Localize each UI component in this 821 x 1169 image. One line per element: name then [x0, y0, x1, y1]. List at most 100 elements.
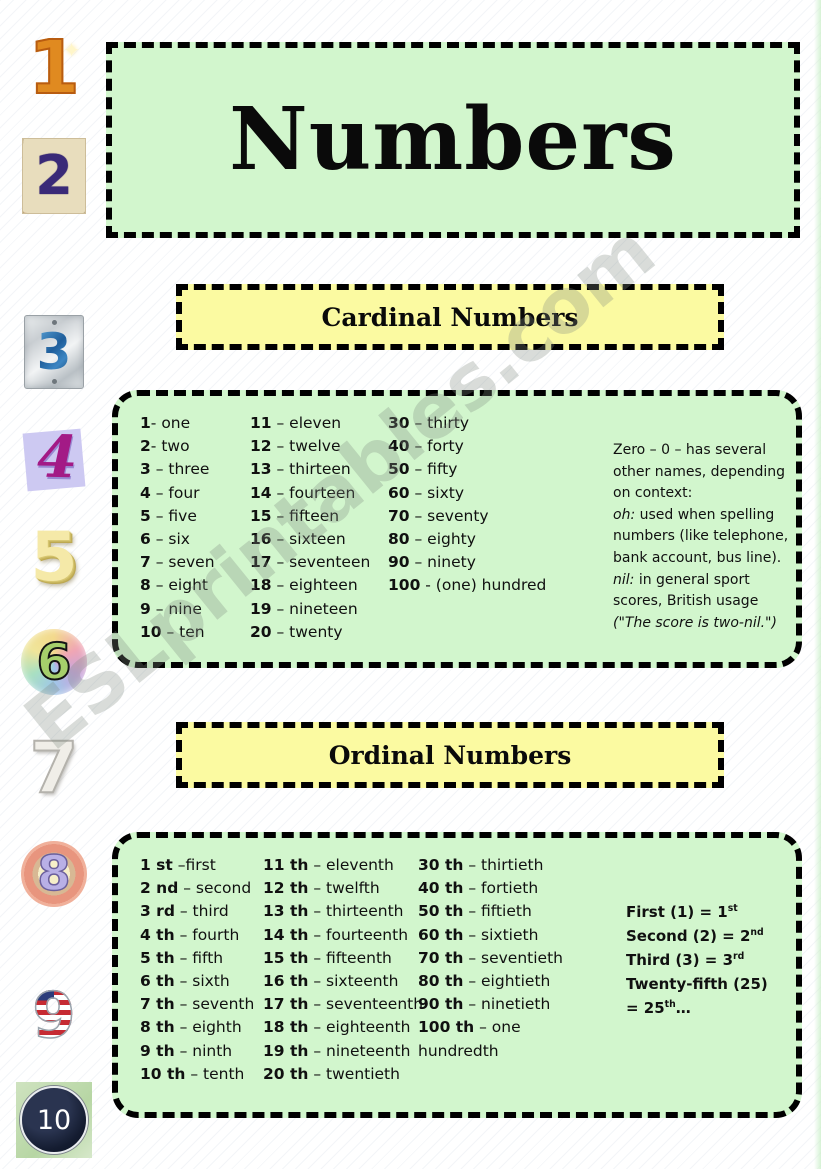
ordinal-numeral: 15 th: [263, 948, 309, 967]
ordinal-column-3: 30 th – thirtieth 40 th – fortieth 50 th –…: [418, 854, 563, 1063]
ordinal-numeral: 2 nd: [140, 879, 179, 898]
cardinal-word: – nineteen: [271, 599, 358, 618]
ordinal-row: 90 th – ninetieth: [418, 993, 563, 1016]
ordinal-numeral: 4 th: [140, 925, 175, 944]
numeral-5-glyph: 5: [30, 518, 78, 597]
title-panel: Numbers: [106, 42, 800, 238]
cardinal-row: 18 – eighteen: [250, 574, 370, 597]
cardinal-row: 2- two: [140, 435, 215, 458]
cardinal-row: 19 – nineteen: [250, 598, 370, 621]
ordinal-row: hundredth: [418, 1040, 563, 1063]
ordinal-word: – sixtieth: [463, 925, 539, 944]
number-image-7: 7: [14, 728, 94, 808]
cardinal-numeral: 5: [140, 506, 151, 525]
cardinal-row: 8 – eight: [140, 574, 215, 597]
cardinal-row: 20 – twenty: [250, 621, 370, 644]
note-text: on context:: [613, 485, 693, 502]
ordinal-word: – fifth: [174, 948, 224, 967]
cardinal-row: 3 – three: [140, 458, 215, 481]
number-image-4: 4: [14, 420, 94, 500]
ordinal-word: – tenth: [185, 1064, 245, 1083]
cardinal-word: – forty: [409, 437, 464, 456]
cardinal-word: – twenty: [271, 622, 343, 641]
note-line: scores, British usage: [613, 591, 788, 613]
note-line: ("The score is two-nil."): [613, 613, 788, 635]
cardinal-word: – thirty: [409, 414, 470, 432]
cardinal-word: – six: [150, 530, 190, 549]
ordinal-numeral: 30 th: [418, 856, 464, 874]
cardinal-numeral: 16: [250, 530, 272, 549]
ordinal-row: 19 th – nineteenth: [263, 1040, 423, 1063]
ordinal-row: 1 st –first: [140, 854, 254, 877]
ordinal-word: – eleventh: [308, 856, 394, 874]
ordinal-row: 4 th – fourth: [140, 924, 254, 947]
ordinal-word: – fortieth: [463, 879, 539, 898]
cardinal-word: – sixty: [409, 483, 465, 502]
cardinal-column-2: 11 – eleven 12 – twelve 13 – thirteen 14 – …: [250, 412, 370, 644]
numeral-2-glyph: 2: [35, 144, 73, 207]
ordinal-numeral: 3 rd: [140, 902, 175, 921]
cardinal-row: 100 - (one) hundred: [388, 574, 546, 597]
note-text: in general sport: [634, 571, 750, 588]
ordinal-row: 3 rd – third: [140, 900, 254, 923]
cardinal-row: 7 – seven: [140, 551, 215, 574]
ordinal-word: – sixth: [174, 972, 230, 991]
note-line: Zero – 0 – has several: [613, 440, 788, 462]
ordinal-word: – seventeenth: [308, 995, 424, 1014]
number-image-6: 6: [14, 622, 94, 702]
cardinal-row: 13 – thirteen: [250, 458, 370, 481]
ordinal-word: – twelfth: [308, 879, 380, 898]
ordinal-word: – thirtieth: [463, 856, 544, 874]
navy-circle: 10: [20, 1086, 88, 1154]
cardinal-word: – ten: [161, 622, 205, 641]
ordinal-numeral: 8 th: [140, 1018, 175, 1037]
example-text: Second (2) = 2: [626, 927, 751, 945]
ordinal-word: hundredth: [418, 1041, 499, 1060]
cardinal-numeral: 7: [140, 553, 151, 572]
cardinal-word: – four: [150, 483, 200, 502]
cardinal-numeral: 40: [388, 437, 410, 456]
ordinal-numeral: 14 th: [263, 925, 309, 944]
cardinal-column-3: 30 – thirty 40 – forty 50 – fifty 60 – sixt…: [388, 412, 546, 598]
ordinal-numeral: 90 th: [418, 995, 464, 1014]
note-lead: nil:: [613, 571, 635, 588]
ordinal-numeral: 70 th: [418, 948, 464, 967]
note-text: Zero – 0 – has several: [613, 442, 767, 458]
ordinal-row: 40 th – fortieth: [418, 877, 563, 900]
ordinal-column-2: 11 th – eleventh 12 th – twelfth 13 th – t…: [263, 854, 423, 1086]
ordinal-numeral: 7 th: [140, 995, 175, 1014]
ordinal-row: 5 th – fifth: [140, 947, 254, 970]
ordinal-word: –first: [172, 856, 216, 874]
ordinal-word: – one: [474, 1018, 521, 1037]
ordinal-word: – fiftieth: [463, 902, 532, 921]
numeral-3-glyph: 3: [36, 323, 72, 381]
note-text: ("The score is two-nil."): [613, 614, 777, 631]
cardinal-word: – eighty: [409, 530, 476, 549]
metal-plate: 3: [24, 315, 84, 389]
cardinal-numeral: 60: [388, 483, 410, 502]
ordinal-word: – second: [178, 879, 252, 898]
example-line: Second (2) = 2nd: [626, 924, 768, 948]
cardinal-word: – fifteen: [271, 506, 340, 525]
green-square: 10: [16, 1082, 92, 1158]
number-image-3: 3: [14, 312, 94, 392]
ordinal-word: – eighth: [174, 1018, 242, 1037]
cardinal-numeral: 20: [250, 622, 272, 641]
cardinal-numeral: 8: [140, 576, 151, 595]
cardinal-numeral: 4: [140, 483, 151, 502]
example-line: = 25th…: [626, 996, 768, 1020]
cardinal-word: – eleven: [271, 414, 342, 432]
dotted-circle: 8: [21, 841, 87, 907]
number-image-8: 8: [14, 834, 94, 914]
example-suffix: st: [727, 903, 738, 914]
ordinal-numeral: 12 th: [263, 879, 309, 898]
cardinal-numeral: 6: [140, 530, 151, 549]
note-text: scores, British usage: [613, 593, 759, 610]
ordinal-numeral: 9 th: [140, 1041, 175, 1060]
ordinal-numeral: 10 th: [140, 1064, 186, 1083]
cardinal-word: – fourteen: [271, 483, 356, 502]
cardinal-heading-panel: Cardinal Numbers: [176, 284, 724, 350]
cardinal-numeral: 19: [250, 599, 272, 618]
ordinal-word: – thirteenth: [308, 902, 404, 921]
ordinal-numeral: 1 st: [140, 856, 173, 874]
